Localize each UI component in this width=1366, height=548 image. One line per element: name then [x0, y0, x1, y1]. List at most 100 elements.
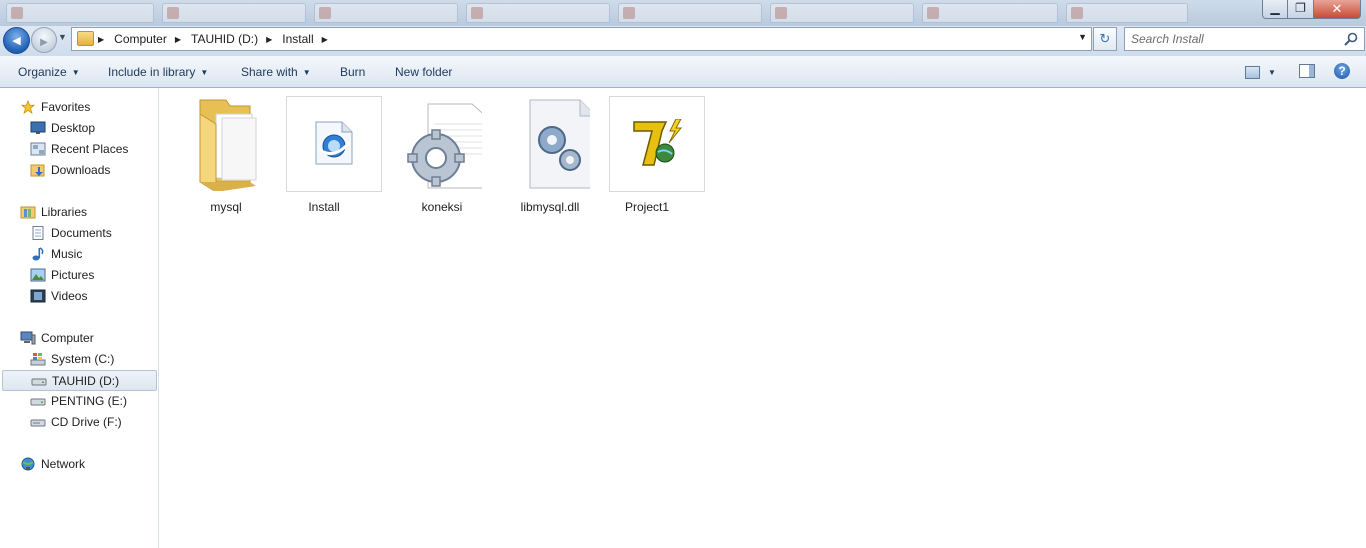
network-icon	[21, 457, 35, 471]
nav-label: Videos	[51, 289, 88, 303]
title-bar: ▁ ❐ ✕	[0, 0, 1366, 26]
organize-label: Organize	[18, 65, 67, 79]
chevron-down-icon: ▼	[302, 68, 311, 77]
file-item-install[interactable]: Install	[270, 96, 382, 216]
share-with-button[interactable]: Share with ▼	[241, 65, 311, 79]
breadcrumb-install[interactable]: Install	[282, 32, 313, 46]
nav-label: PENTING (E:)	[51, 394, 128, 408]
windows-drive-icon	[30, 353, 46, 366]
minimize-icon: ▁	[1270, 1, 1280, 15]
search-input[interactable]	[1125, 28, 1341, 50]
config-file-icon	[407, 103, 482, 189]
nav-item-music[interactable]: Music	[0, 244, 158, 264]
vb-project-icon	[633, 119, 683, 166]
refresh-button[interactable]: ↻	[1093, 27, 1117, 51]
breadcrumb-computer[interactable]: Computer	[114, 32, 167, 46]
pictures-icon	[30, 268, 46, 282]
nav-item-penting-drive[interactable]: PENTING (E:)	[0, 391, 158, 411]
thumbnail-frame	[286, 96, 382, 192]
nav-item-pictures[interactable]: Pictures	[0, 265, 158, 285]
file-item-project1[interactable]: Project1	[593, 96, 705, 216]
help-icon: ?	[1338, 64, 1346, 78]
share-with-label: Share with	[241, 65, 298, 79]
chevron-down-icon: ▼	[58, 32, 67, 42]
preview-pane-button[interactable]	[1299, 64, 1315, 78]
breadcrumb-separator-icon[interactable]: ▶	[266, 35, 272, 44]
close-button[interactable]: ✕	[1313, 0, 1361, 19]
organize-button[interactable]: Organize ▼	[18, 65, 80, 79]
nav-item-tauhid-drive[interactable]: TAUHID (D:)	[2, 370, 157, 391]
nav-item-videos[interactable]: Videos	[0, 286, 158, 306]
restore-icon: ❐	[1295, 1, 1306, 15]
recent-pages-button[interactable]: ▼	[58, 32, 67, 42]
downloads-icon	[30, 164, 45, 177]
nav-label: Documents	[51, 226, 112, 240]
nav-item-documents[interactable]: Documents	[0, 223, 158, 243]
nav-computer[interactable]: Computer	[0, 328, 158, 348]
help-button[interactable]: ?	[1334, 63, 1350, 79]
chevron-down-icon: ▼	[71, 68, 80, 77]
background-window-tab	[6, 3, 154, 23]
file-name: mysql	[210, 200, 242, 214]
nav-item-desktop[interactable]: Desktop	[0, 118, 158, 138]
search-icon[interactable]	[1343, 31, 1359, 47]
setup-icon	[315, 121, 353, 165]
nav-label: CD Drive (F:)	[51, 415, 122, 429]
forward-button[interactable]: ▶	[31, 27, 57, 53]
nav-favorites[interactable]: Favorites	[0, 97, 158, 117]
breadcrumb-separator-icon[interactable]: ▶	[322, 35, 328, 44]
new-folder-button[interactable]: New folder	[395, 65, 452, 79]
address-dropdown-icon[interactable]: ▼	[1078, 32, 1087, 42]
cd-drive-icon	[30, 419, 46, 427]
nav-item-cd-drive[interactable]: CD Drive (F:)	[0, 412, 158, 432]
nav-item-recent-places[interactable]: Recent Places	[0, 139, 158, 159]
breadcrumb-separator-icon[interactable]: ▶	[175, 35, 181, 44]
music-icon	[32, 247, 44, 261]
nav-label: Computer	[41, 331, 94, 345]
nav-network[interactable]: Network	[0, 454, 158, 474]
hard-drive-icon	[30, 398, 46, 406]
breadcrumb-drive[interactable]: TAUHID (D:)	[191, 32, 258, 46]
nav-label: Libraries	[41, 205, 88, 219]
documents-icon	[32, 226, 44, 240]
breadcrumb: ▶ Computer ▶ TAUHID (D:) ▶ Install ▶	[98, 32, 338, 46]
file-name: Project1	[624, 200, 670, 214]
file-name: Install	[308, 200, 340, 214]
nav-label: Pictures	[51, 268, 95, 282]
include-in-library-label: Include in library	[108, 65, 196, 79]
maximize-button[interactable]: ❐	[1287, 0, 1314, 19]
dll-file-icon	[529, 99, 590, 189]
background-window-tab	[314, 3, 458, 23]
background-window-tab	[922, 3, 1058, 23]
nav-label: Recent Places	[51, 142, 129, 156]
background-window-tab	[1066, 3, 1188, 23]
nav-item-system-drive[interactable]: System (C:)	[0, 349, 158, 369]
computer-icon	[20, 331, 36, 345]
navigation-bar: ◀ ▶ ▼ ▶ Computer ▶ TAUHID (D:) ▶ Install ▶ ▼ ↻	[0, 26, 1366, 56]
chevron-down-icon: ▼	[1268, 68, 1276, 78]
file-item-koneksi[interactable]: koneksi	[388, 96, 496, 216]
recent-places-icon	[30, 142, 46, 156]
thumbnail-frame	[609, 96, 705, 192]
back-button[interactable]: ◀	[3, 27, 30, 54]
address-bar[interactable]: ▶ Computer ▶ TAUHID (D:) ▶ Install ▶ ▼	[71, 27, 1092, 51]
search-box[interactable]	[1124, 27, 1365, 51]
background-window-tab	[466, 3, 610, 23]
navigation-pane: Favorites Desktop Recent Places Download…	[0, 88, 159, 548]
nav-item-downloads[interactable]: Downloads	[0, 160, 158, 180]
desktop-icon	[30, 121, 46, 134]
background-window-tab	[618, 3, 762, 23]
breadcrumb-separator-icon[interactable]: ▶	[98, 35, 104, 44]
change-view-button[interactable]: ▼	[1245, 65, 1276, 80]
nav-label: Desktop	[51, 121, 96, 135]
nav-label: System (C:)	[51, 352, 115, 366]
minimize-button[interactable]: ▁	[1262, 0, 1288, 19]
star-icon	[20, 100, 36, 114]
file-item-libmysql-dll[interactable]: libmysql.dll	[496, 96, 604, 216]
include-in-library-button[interactable]: Include in library ▼	[108, 65, 208, 79]
file-item-mysql-folder[interactable]: mysql	[172, 96, 280, 216]
burn-button[interactable]: Burn	[340, 65, 365, 79]
nav-label: Downloads	[51, 163, 111, 177]
folder-icon	[199, 99, 257, 191]
nav-libraries[interactable]: Libraries	[0, 202, 158, 222]
